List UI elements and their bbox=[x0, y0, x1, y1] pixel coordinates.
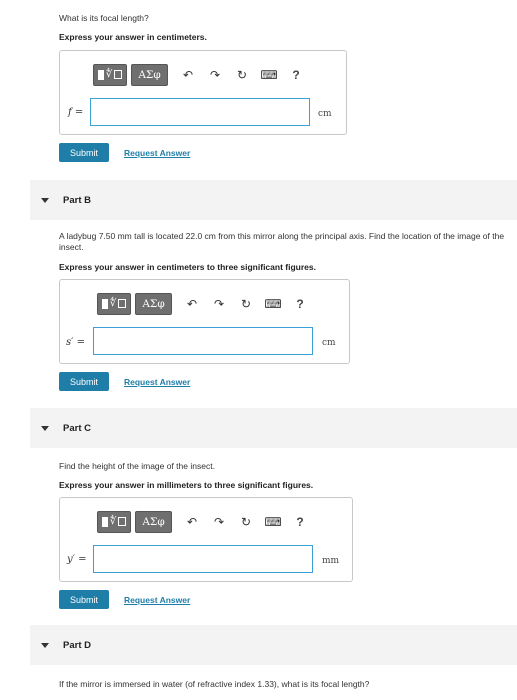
part-d-header[interactable]: Part D bbox=[30, 625, 517, 665]
part-b-toolbar: ∜ ΑΣφ ↶ ↷ ↻ ⌨ ? bbox=[97, 291, 311, 316]
part-b-submit-button[interactable]: Submit bbox=[59, 372, 109, 391]
redo-icon[interactable]: ↷ bbox=[208, 293, 230, 315]
keyboard-icon[interactable]: ⌨ bbox=[262, 293, 284, 315]
part-d-title: Part D bbox=[63, 639, 91, 651]
redo-icon[interactable]: ↷ bbox=[204, 64, 226, 86]
templates-icon: ∜ bbox=[97, 69, 123, 80]
part-a-instruction: Express your answer in centimeters. bbox=[59, 32, 207, 42]
part-a-submit-button[interactable]: Submit bbox=[59, 143, 109, 162]
templates-button[interactable]: ∜ bbox=[93, 63, 127, 86]
part-b-variable-label: s′ = bbox=[66, 337, 85, 348]
templates-button[interactable]: ∜ bbox=[97, 292, 131, 315]
part-b-answer-box: ∜ ΑΣφ ↶ ↷ ↻ ⌨ ? s′ = cm bbox=[59, 279, 350, 364]
part-b-title: Part B bbox=[63, 194, 91, 206]
help-icon[interactable]: ? bbox=[289, 511, 311, 533]
part-c-answer-input[interactable] bbox=[93, 545, 313, 573]
part-a-toolbar: ∜ ΑΣφ ↶ ↷ ↻ ⌨ ? bbox=[93, 62, 307, 87]
part-a-answer-input[interactable] bbox=[90, 98, 310, 126]
part-a-unit: cm bbox=[318, 109, 332, 119]
part-c-request-answer-link[interactable]: Request Answer bbox=[124, 595, 190, 605]
redo-icon[interactable]: ↷ bbox=[208, 511, 230, 533]
keyboard-icon[interactable]: ⌨ bbox=[262, 511, 284, 533]
part-c-toolbar: ∜ ΑΣφ ↶ ↷ ↻ ⌨ ? bbox=[97, 509, 311, 534]
part-c-variable-label: y′ = bbox=[67, 554, 87, 565]
symbols-button[interactable]: ΑΣφ bbox=[135, 510, 172, 533]
help-icon[interactable]: ? bbox=[289, 293, 311, 315]
part-d-question: If the mirror is immersed in water (of r… bbox=[59, 679, 370, 689]
part-b-question: A ladybug 7.50 mm tall is located 22.0 c… bbox=[59, 231, 505, 252]
caret-down-icon bbox=[41, 425, 49, 431]
reset-icon[interactable]: ↻ bbox=[235, 293, 257, 315]
part-b-header[interactable]: Part B bbox=[30, 180, 517, 220]
undo-icon[interactable]: ↶ bbox=[181, 511, 203, 533]
part-c-header[interactable]: Part C bbox=[30, 408, 517, 448]
part-c-instruction: Express your answer in millimeters to th… bbox=[59, 480, 314, 490]
undo-icon[interactable]: ↶ bbox=[181, 293, 203, 315]
reset-icon[interactable]: ↻ bbox=[231, 64, 253, 86]
symbols-button[interactable]: ΑΣφ bbox=[135, 292, 172, 315]
part-a-request-answer-link[interactable]: Request Answer bbox=[124, 148, 190, 158]
part-b-request-answer-link[interactable]: Request Answer bbox=[124, 377, 190, 387]
part-a-question: What is its focal length? bbox=[59, 13, 149, 23]
templates-icon: ∜ bbox=[101, 298, 127, 309]
templates-icon: ∜ bbox=[101, 516, 127, 527]
undo-icon[interactable]: ↶ bbox=[177, 64, 199, 86]
part-c-question: Find the height of the image of the inse… bbox=[59, 461, 215, 471]
part-c-submit-button[interactable]: Submit bbox=[59, 590, 109, 609]
part-a-answer-box: ∜ ΑΣφ ↶ ↷ ↻ ⌨ ? f = cm bbox=[59, 50, 347, 135]
help-icon[interactable]: ? bbox=[285, 64, 307, 86]
part-c-title: Part C bbox=[63, 422, 91, 434]
caret-down-icon bbox=[41, 642, 49, 648]
keyboard-icon[interactable]: ⌨ bbox=[258, 64, 280, 86]
part-b-answer-input[interactable] bbox=[93, 327, 313, 355]
part-b-unit: cm bbox=[322, 338, 336, 348]
part-c-answer-box: ∜ ΑΣφ ↶ ↷ ↻ ⌨ ? y′ = mm bbox=[59, 497, 353, 582]
templates-button[interactable]: ∜ bbox=[97, 510, 131, 533]
part-b-instruction: Express your answer in centimeters to th… bbox=[59, 262, 316, 272]
part-a-variable-label: f = bbox=[68, 107, 84, 118]
symbols-button[interactable]: ΑΣφ bbox=[131, 63, 168, 86]
reset-icon[interactable]: ↻ bbox=[235, 511, 257, 533]
caret-down-icon bbox=[41, 197, 49, 203]
part-c-unit: mm bbox=[322, 556, 340, 566]
